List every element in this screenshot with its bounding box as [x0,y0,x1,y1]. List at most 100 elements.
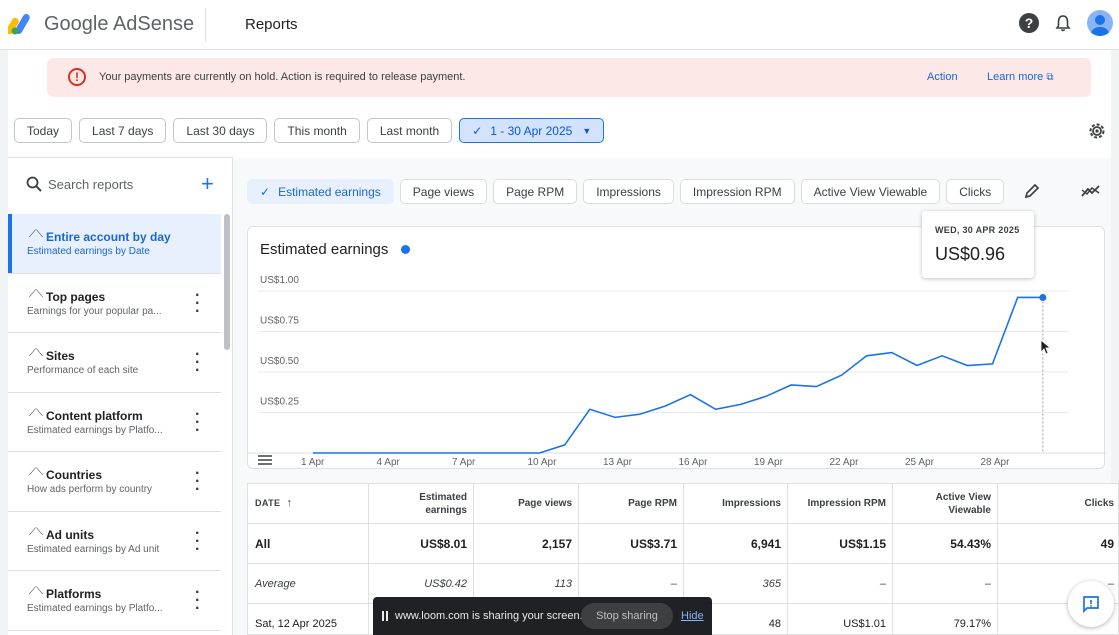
hide-sharing-bar-link[interactable]: Hide [681,610,704,622]
column-header-page-views[interactable]: Page views [474,484,579,523]
column-header-page-rpm[interactable]: Page RPM [579,484,684,523]
payment-hold-alert: ! Your payments are currently on hold. A… [47,58,1091,97]
check-icon: ✓ [260,184,271,199]
date-range-selector: Today Last 7 days Last 30 days This mont… [14,118,605,143]
table-cell: 79.17% [893,604,998,634]
metric-chip-estimated-earnings[interactable]: ✓ Estimated earnings [247,179,394,204]
report-title: Top pages [46,289,106,304]
metric-chip-page-views[interactable]: Page views [399,179,488,204]
reports-sidebar: Search reports + ⟋⟍ Entire account by da… [8,157,233,635]
metric-chip-page-rpm[interactable]: Page RPM [493,179,578,204]
date-chip-last-month[interactable]: Last month [366,118,453,143]
report-subtitle: Performance of each site [27,365,139,376]
search-icon [26,176,42,192]
search-input[interactable]: Search reports [48,177,133,192]
metric-chip-clicks[interactable]: Clicks [946,179,1005,204]
header-actions: ? [1019,10,1113,36]
date-chip-last-30-days[interactable]: Last 30 days [173,118,268,143]
left-gutter [0,50,8,635]
table-cell: – [893,564,998,603]
y-tick-label: US$0.75 [260,316,299,327]
trend-icon: ⟋⟍ [29,288,43,300]
alert-action-link[interactable]: Action [927,71,958,83]
trend-icon: ⟋⟍ [29,586,43,597]
settings-gear-icon[interactable] [1087,121,1107,141]
earnings-series-line [313,296,1043,454]
report-item-platforms[interactable]: ⟋⟍ Platforms Estimated earnings by Platf… [8,571,221,631]
metric-chip-impressions[interactable]: Impressions [583,179,674,204]
x-tick-label: 16 Apr [679,457,709,468]
date-chip-last-7-days[interactable]: Last 7 days [79,118,167,143]
chart-tooltip: WED, 30 APR 2025 US$0.96 [922,211,1034,278]
column-header-active-view-viewable[interactable]: Active View Viewable [893,484,998,523]
x-tick-label: 7 Apr [452,457,476,468]
more-options-icon[interactable]: · · · [195,525,200,557]
brand-name[interactable]: Google AdSense [44,13,194,36]
report-item-countries[interactable]: ⟋⟍ Countries How ads perform by country … [8,452,221,512]
table-cell: 2,157 [474,524,579,563]
metric-label: Estimated earnings [278,184,381,199]
sort-ascending-icon: ↑ [286,497,293,509]
report-item-entire-account-by-day[interactable]: ⟋⟍ Entire account by day Estimated earni… [8,214,221,274]
stop-sharing-button[interactable]: Stop sharing [581,603,673,629]
tooltip-date: WED, 30 APR 2025 [935,225,1020,235]
metric-chip-impression-rpm[interactable]: Impression RPM [679,179,795,204]
x-tick-label: 4 Apr [377,457,401,468]
chart-menu-icon[interactable] [258,455,272,465]
x-tick-label: 10 Apr [528,457,558,468]
screen-sharing-bar: www.loom.com is sharing your screen. Sto… [373,597,712,635]
trend-icon: ⟋⟍ [29,407,43,419]
report-item-sites[interactable]: ⟋⟍ Sites Performance of each site · · · [8,333,221,393]
feedback-button[interactable] [1068,581,1114,627]
highlighted-data-point [1039,293,1047,301]
add-report-icon[interactable]: + [201,171,214,197]
report-title: Ad units [46,527,94,542]
metric-chip-active-view-viewable[interactable]: Active View Viewable [800,179,941,204]
external-link-icon: ⧉ [1046,72,1054,83]
trend-icon: ⟋⟍ [29,348,43,359]
date-chip-custom-range[interactable]: ✓ 1 - 30 Apr 2025 ▼ [459,118,605,143]
more-options-icon[interactable]: · · · [195,585,200,617]
column-header-date[interactable]: DATE ↑ [248,484,369,523]
column-header-impression-rpm[interactable]: Impression RPM [788,484,893,523]
trend-icon: ⟋⟍ [29,467,43,478]
page-title: Reports [245,16,298,33]
report-subtitle: How ads perform by country [27,484,153,495]
column-header-clicks[interactable]: Clicks [998,484,1118,523]
table-cell: Average [248,564,369,603]
date-chip-this-month[interactable]: This month [274,118,360,143]
table-header-row: DATE ↑ Estimated earnings Page views Page… [248,484,1118,524]
column-header-impressions[interactable]: Impressions [684,484,788,523]
trend-icon: ⟋⟍ [29,229,43,240]
more-options-icon[interactable]: · · · [195,406,200,438]
report-subtitle: Estimated earnings by Ad unit [27,543,160,555]
report-subtitle: Estimated earnings by Date [27,246,150,257]
notifications-icon[interactable] [1053,13,1073,33]
learn-more-label[interactable]: Learn more [987,71,1043,83]
drag-handle-icon[interactable] [382,611,388,621]
chart-type-icon[interactable] [1081,182,1101,200]
report-item-content-platform[interactable]: ⟋⟍ Content platform Estimated earnings b… [8,393,221,452]
table-cell: 6,941 [684,524,788,563]
more-options-icon[interactable]: · · · [195,466,200,498]
learn-more-link[interactable]: Learn more ⧉ [987,71,1053,83]
y-tick-label: US$0.25 [260,397,299,408]
account-avatar[interactable] [1087,10,1113,36]
table-cell: US$3.71 [579,524,684,563]
date-chip-today[interactable]: Today [14,118,73,143]
edit-metrics-icon[interactable] [1023,182,1041,200]
report-title: Sites [46,349,75,363]
error-icon: ! [68,68,86,86]
top-bar: Google AdSense Reports ? [0,0,1119,50]
sidebar-scrollbar[interactable] [224,214,230,350]
report-search[interactable]: Search reports + [8,158,232,212]
report-item-ad-units[interactable]: ⟋⟍ Ad units Estimated earnings by Ad uni… [8,512,221,571]
y-tick-label: US$1.00 [260,275,299,286]
more-options-icon[interactable]: · · · [195,287,200,319]
help-icon[interactable]: ? [1019,13,1039,33]
table-cell: 49 [1100,536,1114,551]
report-item-top-pages[interactable]: ⟋⟍ Top pages Earnings for your popular p… [8,274,221,333]
column-header-estimated-earnings[interactable]: Estimated earnings [369,484,474,523]
x-tick-label: 25 Apr [905,457,935,468]
more-options-icon[interactable]: · · · [195,347,200,379]
